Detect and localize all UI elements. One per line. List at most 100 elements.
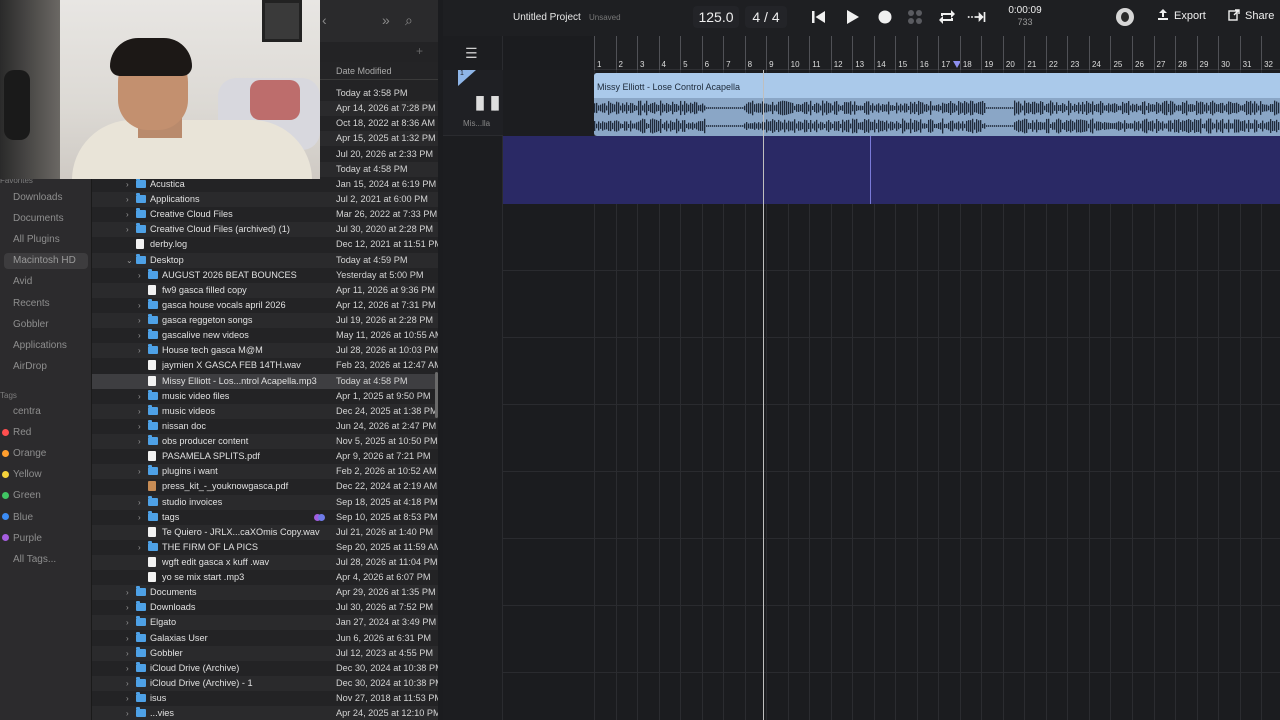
list-item[interactable]: › plugins i want Feb 2, 2026 at 10:52 AM: [92, 464, 438, 480]
sidebar-tag-yellow[interactable]: Yellow: [2, 469, 42, 480]
sidebar-tag-green[interactable]: Green: [2, 490, 41, 501]
list-item[interactable]: › ...vies Apr 24, 2025 at 12:10 PM: [92, 706, 438, 720]
sidebar-tag-purple[interactable]: Purple: [2, 533, 42, 544]
more-chevrons-icon[interactable]: »: [382, 12, 390, 28]
list-item[interactable]: › Elgato Jan 27, 2024 at 3:49 PM: [92, 615, 438, 631]
list-item[interactable]: › Downloads Jul 30, 2026 at 7:52 PM: [92, 600, 438, 615]
disclosure-chevron-icon[interactable]: ›: [126, 646, 129, 661]
sidebar-item-gobbler[interactable]: Gobbler: [13, 319, 49, 330]
sidebar-item-avid[interactable]: Avid: [13, 276, 32, 287]
play-icon[interactable]: [842, 8, 862, 26]
list-item[interactable]: › tags Sep 10, 2025 at 8:53 PM: [92, 510, 438, 525]
list-item[interactable]: jaymien X GASCA FEB 14TH.wav Feb 23, 2026…: [92, 358, 438, 373]
add-icon[interactable]: +: [416, 44, 423, 58]
clip-header[interactable]: Missy Elliott - Lose Control Acapella: [594, 73, 1280, 98]
disclosure-chevron-icon[interactable]: ›: [126, 585, 129, 600]
sidebar-item-downloads[interactable]: Downloads: [13, 192, 62, 203]
sidebar-tag-orange[interactable]: Orange: [2, 448, 46, 459]
list-item[interactable]: › gasca house vocals april 2026 Apr 12, 20…: [92, 298, 438, 313]
sidebar-tag-centra[interactable]: centra: [2, 406, 41, 417]
list-item[interactable]: Missy Elliott - Los...ntrol Acapella.mp3…: [92, 373, 438, 389]
search-icon[interactable]: ⌕: [405, 12, 413, 29]
disclosure-chevron-icon[interactable]: ›: [138, 404, 141, 419]
share-button[interactable]: Share: [1228, 9, 1274, 22]
list-item[interactable]: › House tech gasca M@M Jul 28, 2026 at 10:…: [92, 343, 438, 359]
list-item[interactable]: › isus Nov 27, 2018 at 11:53 PM: [92, 691, 438, 706]
list-item[interactable]: › studio invoices Sep 18, 2025 at 4:18 PM: [92, 494, 438, 510]
disclosure-chevron-icon[interactable]: ›: [138, 434, 141, 449]
list-item[interactable]: › Documents Apr 29, 2026 at 1:35 PM: [92, 585, 438, 601]
list-item[interactable]: press_kit_-_youknowgasca.pdf Dec 22, 2024…: [92, 479, 438, 494]
selected-lane[interactable]: [503, 136, 1280, 204]
sidebar-tag-blue[interactable]: Blue: [2, 512, 33, 523]
project-name[interactable]: Untitled Project: [513, 12, 581, 23]
date-modified-column[interactable]: Date Modified: [336, 66, 392, 76]
track-header[interactable]: 1 ▐▌▐▌ Mis...lla: [443, 70, 503, 136]
sidebar-tag-all-tags-[interactable]: All Tags...: [2, 554, 56, 565]
list-item[interactable]: derby.log Dec 12, 2021 at 11:51 PM: [92, 237, 438, 252]
user-avatar[interactable]: [1116, 8, 1134, 26]
disclosure-chevron-icon[interactable]: ›: [126, 192, 129, 207]
export-button[interactable]: Export: [1157, 9, 1206, 22]
sidebar-item-documents[interactable]: Documents: [13, 213, 64, 224]
timeline-ruler[interactable]: 1 2 3 4 5 6 7 8 9 10 11 12 13 14 15 16 17 18 19 20 21 22 23 24 2…: [594, 36, 1280, 70]
disclosure-chevron-icon[interactable]: ›: [126, 691, 129, 706]
disclosure-chevron-icon[interactable]: ›: [138, 540, 141, 555]
list-item[interactable]: › iCloud Drive (Archive) Dec 30, 2024 at 1…: [92, 661, 438, 676]
disclosure-chevron-icon[interactable]: ›: [138, 268, 141, 283]
disclosure-chevron-icon[interactable]: ›: [138, 313, 141, 328]
time-signature-field[interactable]: 4 / 4: [745, 6, 787, 28]
sidebar-item-airdrop[interactable]: AirDrop: [13, 361, 47, 372]
disclosure-chevron-icon[interactable]: ›: [126, 177, 129, 192]
list-item[interactable]: › gasca reggeton songs Jul 19, 2026 at 2:2…: [92, 313, 438, 329]
disclosure-chevron-icon[interactable]: ›: [138, 298, 141, 313]
list-item[interactable]: Te Quiero - JRLX...caXOmis Copy.wav Jul 2…: [92, 524, 438, 540]
sidebar-item-recents[interactable]: Recents: [13, 298, 50, 309]
list-item[interactable]: › music video files Apr 1, 2025 at 9:50 PM: [92, 389, 438, 404]
sidebar-item-macintosh-hd[interactable]: Macintosh HD: [4, 253, 88, 270]
disclosure-chevron-icon[interactable]: ›: [138, 419, 141, 434]
disclosure-chevron-icon[interactable]: ›: [138, 389, 141, 404]
list-item[interactable]: wgft edit gasca x kuff .wav Jul 28, 2026 …: [92, 555, 438, 570]
disclosure-chevron-icon[interactable]: ›: [126, 661, 129, 676]
list-item[interactable]: › gascalive new videos May 11, 2026 at 10:…: [92, 328, 438, 343]
list-item[interactable]: fw9 gasca filled copy Apr 11, 2026 at 9:3…: [92, 282, 438, 298]
disclosure-chevron-icon[interactable]: ›: [138, 495, 141, 510]
audio-clip[interactable]: Missy Elliott - Lose Control Acapella: [594, 73, 1280, 136]
list-item[interactable]: › Applications Jul 2, 2021 at 6:00 PM: [92, 192, 438, 208]
list-item[interactable]: PASAMELA SPLITS.pdf Apr 9, 2026 at 7:21 P…: [92, 449, 438, 464]
playhead-line[interactable]: [763, 70, 764, 720]
list-item[interactable]: › Gobbler Jul 12, 2023 at 4:55 PM: [92, 645, 438, 661]
disclosure-chevron-icon[interactable]: ›: [138, 328, 141, 343]
record-icon[interactable]: [875, 8, 895, 26]
list-item[interactable]: yo se mix start .mp3 Apr 4, 2026 at 6:07 …: [92, 570, 438, 585]
list-item[interactable]: › Galaxias User Jun 6, 2026 at 6:31 PM: [92, 631, 438, 646]
list-item[interactable]: › music videos Dec 24, 2025 at 1:38 PM: [92, 403, 438, 419]
disclosure-chevron-icon[interactable]: ›: [126, 631, 129, 646]
sidebar-item-all-plugins[interactable]: All Plugins: [13, 234, 60, 245]
disclosure-open-icon[interactable]: ⌄: [126, 253, 133, 268]
list-item[interactable]: › Acustica Jan 15, 2024 at 6:19 PM: [92, 177, 438, 192]
back-icon[interactable]: ‹: [322, 12, 327, 28]
metronome-icon[interactable]: [905, 8, 925, 26]
tempo-field[interactable]: 125.0: [693, 6, 739, 28]
disclosure-chevron-icon[interactable]: ›: [126, 706, 129, 720]
sidebar-tag-red[interactable]: Red: [2, 427, 31, 438]
list-item[interactable]: ⌄ Desktop Today at 4:59 PM: [92, 252, 438, 268]
disclosure-chevron-icon[interactable]: ›: [126, 600, 129, 615]
arrange-grid[interactable]: Missy Elliott - Lose Control Acapella: [503, 70, 1280, 720]
list-item[interactable]: › nissan doc Jun 24, 2026 at 2:47 PM: [92, 419, 438, 434]
rewind-icon[interactable]: [809, 8, 829, 26]
sidebar-item-applications[interactable]: Applications: [13, 340, 67, 351]
list-item[interactable]: › AUGUST 2026 BEAT BOUNCES Yesterday at 5:…: [92, 268, 438, 283]
disclosure-chevron-icon[interactable]: ›: [126, 207, 129, 222]
disclosure-chevron-icon[interactable]: ›: [126, 222, 129, 237]
scrollbar[interactable]: [435, 372, 438, 418]
disclosure-chevron-icon[interactable]: ›: [138, 464, 141, 479]
list-item[interactable]: › THE FIRM OF LA PICS Sep 20, 2025 at 11:5…: [92, 540, 438, 555]
menu-icon[interactable]: ☰: [465, 45, 478, 62]
disclosure-chevron-icon[interactable]: ›: [138, 510, 141, 525]
follow-playhead-icon[interactable]: [967, 8, 987, 26]
list-item[interactable]: › iCloud Drive (Archive) - 1 Dec 30, 2024 …: [92, 675, 438, 691]
disclosure-chevron-icon[interactable]: ›: [126, 676, 129, 691]
